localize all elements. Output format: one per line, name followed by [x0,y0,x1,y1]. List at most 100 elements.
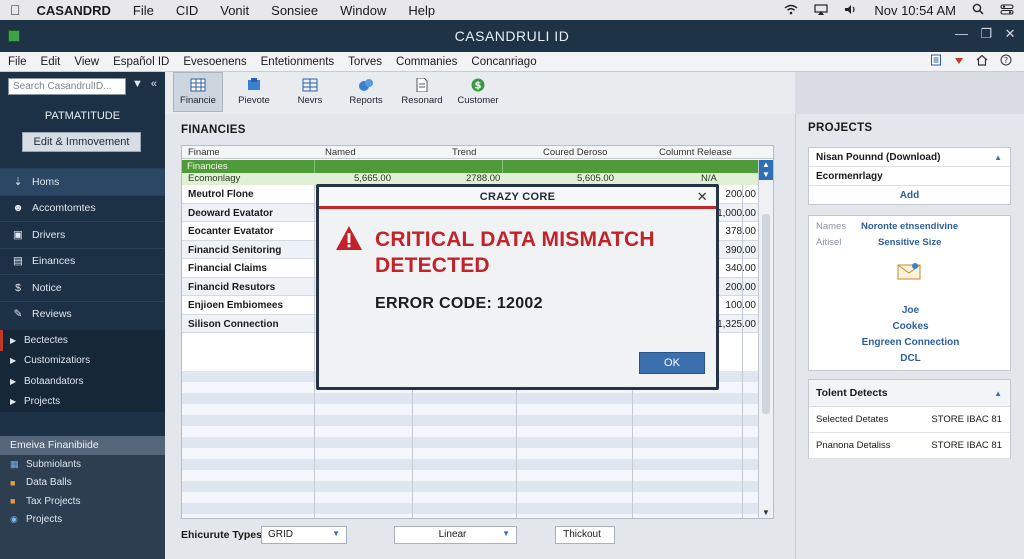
sidebar-lower-header[interactable]: Emeiva Finanibiide [0,436,165,455]
row-name: Deoward Evatator [188,207,274,219]
sidebar-nav: ⇣ Homs ☻ Accomtomtes ▣ Drivers ▤ Einance… [0,168,165,327]
edit-improvement-button[interactable]: Edit & Immovement [22,132,141,152]
ok-button[interactable]: OK [639,352,705,374]
contact-link[interactable]: DCL [809,353,1012,364]
menu-file[interactable]: File [8,56,27,68]
menu-view[interactable]: View [74,56,99,68]
detail-key: Aitisel [816,237,842,248]
sidebar-item-drivers[interactable]: ▣ Drivers [0,221,165,248]
window-title: CASANDRULI ID [454,28,570,44]
row-value: 200.00 [725,189,756,200]
mac-menu-cid[interactable]: CID [176,3,198,18]
sidebar-item-homs[interactable]: ⇣ Homs [0,168,165,195]
tree-item-customizatiors[interactable]: ▶ Customizatiors [0,351,165,372]
menu-commanies[interactable]: Commanies [396,56,457,68]
grid-scrollbar[interactable]: ▲ ▼ ▼ [758,160,773,518]
scroll-up-down-icon[interactable]: ▲ ▼ [759,160,773,180]
menu-evesoenens[interactable]: Evesoenens [183,56,246,68]
detail-value[interactable]: Noronte etnsendivine [861,221,958,232]
airplay-icon[interactable] [814,3,828,18]
control-center-icon[interactable] [1000,3,1014,18]
contact-link[interactable]: Engreen Connection [809,337,1012,348]
close-window-icon[interactable]: ✕ [1005,26,1016,42]
scrollbar-thumb[interactable] [762,214,770,414]
line-type-dropdown[interactable]: Linear ▼ [394,526,517,544]
column-header[interactable]: Named [325,147,356,158]
detail-row[interactable]: Pnanona Detaliss STORE IBAC 81 [809,433,1010,459]
dialog-title: CRAZY CORE [479,191,556,203]
toolbar-customer-button[interactable]: $ Customer [453,72,503,112]
app-logo-icon [8,30,20,42]
thickout-button[interactable]: Thickout [555,526,615,544]
apple-icon[interactable]:  [10,2,21,18]
sidebar-item-einances[interactable]: ▤ Einances [0,247,165,275]
detail-row[interactable]: Selected Detates STORE IBAC 81 [809,407,1010,433]
volume-icon[interactable] [844,3,858,18]
tree-item-bectectes[interactable]: ▶ Bectectes [0,330,165,351]
lower-item-tax-projects[interactable]: ■ Tax Projects [0,492,165,511]
wifi-icon[interactable] [784,3,798,18]
sidebar-section-title: PATMATITUDE [44,110,121,122]
menubar-clock[interactable]: Nov 10:54 AM [874,3,956,18]
sidebar-item-reviews[interactable]: ✎ Reviews [0,300,165,328]
scroll-down-icon[interactable]: ▼ [759,506,773,518]
project-item[interactable]: Nisan Pounnd (Download) ▲ [809,148,1010,167]
column-header[interactable]: Coured Deroso [543,147,607,158]
grid-type-dropdown[interactable]: GRID ▼ [261,526,347,544]
cell: Ecomonlagy [188,173,241,184]
menu-edit[interactable]: Edit [41,56,61,68]
sort-icon[interactable]: ▲ [994,148,1002,167]
sidebar-item-label: Reviews [32,308,72,321]
spotlight-search-icon[interactable] [972,3,984,18]
minimize-icon[interactable]: — [955,26,969,42]
menu-concanriago[interactable]: Concanriago [471,56,536,68]
dialog-title-bar: CRAZY CORE ✕ [319,187,716,209]
talent-detects-header[interactable]: Tolent Detects ▲ [809,380,1010,407]
menu-entetionments[interactable]: Entetionments [261,56,335,68]
tree-item-botaandators[interactable]: ▶ Botaandators [0,371,165,392]
column-header[interactable]: Finame [188,147,220,158]
menu-espanol-id[interactable]: Español ID [113,56,169,68]
column-header[interactable]: Columnt Release [659,147,732,158]
document-icon[interactable] [930,54,942,69]
mac-menu-file[interactable]: File [133,3,154,18]
lower-item-data-balls[interactable]: ■ Data Balls [0,474,165,493]
mac-menu-help[interactable]: Help [408,3,435,18]
collapse-arrow-icon[interactable]: ▲ [994,380,1002,407]
contact-link[interactable]: Cookes [809,321,1012,332]
project-item[interactable]: Ecormenrlagy [809,167,1010,186]
dropdown-value: GRID [268,529,293,540]
window-title-bar: CASANDRULI ID — ❐ ✕ [0,20,1024,52]
mac-menu-sonsiee[interactable]: Sonsiee [271,3,318,18]
dropdown-triangle-icon[interactable] [954,56,964,68]
group-row[interactable]: Financies [182,160,760,173]
close-icon[interactable]: ✕ [697,187,708,207]
mac-menu-window[interactable]: Window [340,3,386,18]
lower-item-submiolants[interactable]: ▦ Submiolants [0,455,165,474]
add-project-link[interactable]: Add [809,186,1010,205]
menu-torves[interactable]: Torves [348,56,382,68]
restore-icon[interactable]: ❐ [980,26,992,42]
expand-arrow-icon: ▶ [10,335,17,345]
collapse-sidebar-icon[interactable]: « [151,78,157,90]
help-icon[interactable]: ? [1000,54,1012,69]
dropdown-arrow-icon[interactable]: ▼ [132,78,143,90]
sidebar-search-input[interactable]: Search CasandrulID... [8,78,126,95]
detail-value[interactable]: Sensitive Size [878,237,941,248]
toolbar-financie-button[interactable]: Financie [173,72,223,112]
toolbar-resonard-button[interactable]: Resonard [397,72,447,112]
toolbar-pievote-button[interactable]: Pievote [229,72,279,112]
sidebar-item-notice[interactable]: $ Notice [0,274,165,301]
toolbar-reports-button[interactable]: Reports [341,72,391,112]
mac-menu-app-name[interactable]: CASANDRD [37,3,111,18]
sidebar-item-accomtomtes[interactable]: ☻ Accomtomtes [0,194,165,222]
cell: 5,605.00 [577,173,614,184]
tree-item-projects[interactable]: ▶ Projects [0,392,165,413]
mac-menu-vonit[interactable]: Vonit [220,3,249,18]
contact-link[interactable]: Joe [809,305,1012,316]
lower-item-projects[interactable]: ◉ Projects [0,511,165,530]
toolbar-nevrs-button[interactable]: Nevrs [285,72,335,112]
home-toolbar-icon[interactable] [976,54,988,69]
column-header[interactable]: Trend [452,147,476,158]
pivot-icon [248,78,260,90]
